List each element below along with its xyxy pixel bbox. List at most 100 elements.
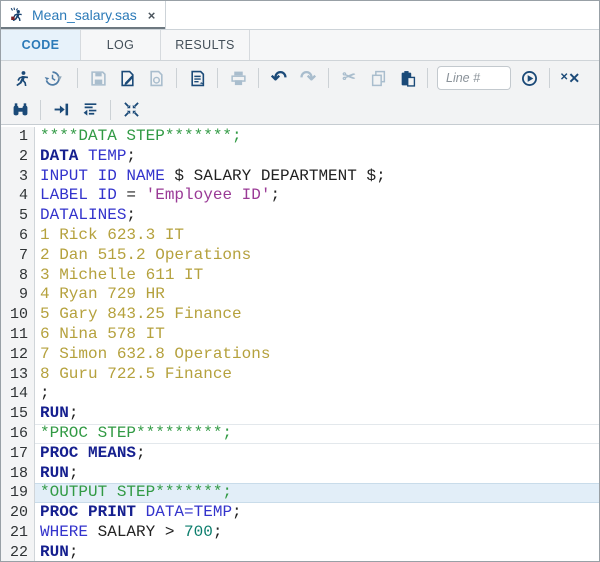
goto-line-button[interactable] bbox=[518, 67, 540, 89]
tab-log[interactable]: LOG bbox=[81, 30, 161, 60]
line-number: 21 bbox=[1, 523, 35, 543]
toolbar-separator bbox=[549, 68, 550, 88]
toolbar-separator bbox=[110, 100, 111, 120]
code-line-16[interactable]: 16*PROC STEP*********; bbox=[1, 424, 599, 444]
caret-down-icon: ▾ bbox=[57, 73, 62, 84]
line-number: 4 bbox=[1, 186, 35, 206]
tab-code[interactable]: CODE bbox=[1, 30, 81, 60]
page-properties-button[interactable] bbox=[145, 67, 167, 89]
code-line-text: 3 Michelle 611 IT bbox=[35, 266, 599, 286]
copy-button[interactable] bbox=[367, 67, 389, 89]
collapse-all-button[interactable] bbox=[120, 99, 142, 121]
line-number: 12 bbox=[1, 345, 35, 365]
code-line-text: 7 Simon 632.8 Operations bbox=[35, 345, 599, 365]
code-line-text: ****DATA STEP*******; bbox=[35, 127, 599, 147]
line-number: 5 bbox=[1, 206, 35, 226]
close-tab-icon[interactable]: × bbox=[148, 8, 156, 23]
code-line-8[interactable]: 83 Michelle 611 IT bbox=[1, 266, 599, 286]
line-number: 18 bbox=[1, 464, 35, 484]
toolbar-separator bbox=[40, 100, 41, 120]
toolbar-main: ▾ ↶ ↷ ✂ bbox=[1, 61, 599, 95]
code-line-text: 6 Nina 578 IT bbox=[35, 325, 599, 345]
code-line-13[interactable]: 138 Guru 722.5 Finance bbox=[1, 365, 599, 385]
code-line-text: 5 Gary 843.25 Finance bbox=[35, 305, 599, 325]
code-line-text: WHERE SALARY > 700; bbox=[35, 523, 599, 543]
toolbar-separator bbox=[328, 68, 329, 88]
code-line-7[interactable]: 72 Dan 515.2 Operations bbox=[1, 246, 599, 266]
line-number: 7 bbox=[1, 246, 35, 266]
code-line-17[interactable]: 17PROC MEANS; bbox=[1, 444, 599, 464]
code-line-9[interactable]: 94 Ryan 729 HR bbox=[1, 285, 599, 305]
paste-button[interactable] bbox=[396, 67, 418, 89]
line-number: 14 bbox=[1, 384, 35, 404]
line-number: 17 bbox=[1, 444, 35, 464]
code-line-text: INPUT ID NAME $ SALARY DEPARTMENT $; bbox=[35, 167, 599, 187]
file-tab-bar: Mean_salary.sas × bbox=[1, 1, 599, 30]
line-number-input[interactable] bbox=[437, 66, 511, 90]
code-line-21[interactable]: 21WHERE SALARY > 700; bbox=[1, 523, 599, 543]
code-line-22[interactable]: 22RUN; bbox=[1, 543, 599, 561]
code-line-3[interactable]: 3INPUT ID NAME $ SALARY DEPARTMENT $; bbox=[1, 167, 599, 187]
line-number: 22 bbox=[1, 543, 35, 561]
code-line-4[interactable]: 4LABEL ID = 'Employee ID'; bbox=[1, 186, 599, 206]
sas-program-icon bbox=[9, 5, 25, 26]
toolbar-secondary bbox=[1, 95, 599, 125]
save-as-button[interactable] bbox=[116, 67, 138, 89]
line-number: 8 bbox=[1, 266, 35, 286]
code-line-text: RUN; bbox=[35, 404, 599, 424]
code-line-15[interactable]: 15RUN; bbox=[1, 404, 599, 424]
code-line-20[interactable]: 20PROC PRINT DATA=TEMP; bbox=[1, 503, 599, 523]
program-summary-button[interactable] bbox=[186, 67, 208, 89]
file-tab-mean-salary[interactable]: Mean_salary.sas × bbox=[1, 1, 166, 29]
view-tab-bar: CODE LOG RESULTS bbox=[1, 30, 599, 61]
line-number: 3 bbox=[1, 167, 35, 187]
toolbar-separator bbox=[427, 68, 428, 88]
run-button[interactable] bbox=[9, 67, 31, 89]
format-code-button[interactable] bbox=[79, 99, 101, 121]
code-line-11[interactable]: 116 Nina 578 IT bbox=[1, 325, 599, 345]
line-number: 20 bbox=[1, 503, 35, 523]
toolbar-separator bbox=[217, 68, 218, 88]
code-line-text: PROC PRINT DATA=TEMP; bbox=[35, 503, 599, 523]
code-line-text: DATA TEMP; bbox=[35, 147, 599, 167]
line-number: 1 bbox=[1, 127, 35, 147]
undo-button[interactable]: ↶ bbox=[268, 67, 290, 89]
goto-region-button[interactable] bbox=[50, 99, 72, 121]
code-line-text: DATALINES; bbox=[35, 206, 599, 226]
code-line-text: *OUTPUT STEP*******; bbox=[35, 483, 599, 503]
line-number: 16 bbox=[1, 424, 35, 444]
code-line-14[interactable]: 14; bbox=[1, 384, 599, 404]
save-button[interactable] bbox=[87, 67, 109, 89]
line-number: 6 bbox=[1, 226, 35, 246]
line-number: 2 bbox=[1, 147, 35, 167]
toolbar-separator bbox=[176, 68, 177, 88]
code-line-text: 4 Ryan 729 HR bbox=[35, 285, 599, 305]
code-line-text: 8 Guru 722.5 Finance bbox=[35, 365, 599, 385]
line-number: 13 bbox=[1, 365, 35, 385]
code-line-1[interactable]: 1****DATA STEP*******; bbox=[1, 127, 599, 147]
code-line-18[interactable]: 18RUN; bbox=[1, 464, 599, 484]
toolbar-separator bbox=[258, 68, 259, 88]
code-line-19[interactable]: 19*OUTPUT STEP*******; bbox=[1, 483, 599, 503]
code-line-text: *PROC STEP*********; bbox=[35, 424, 599, 444]
code-line-text: 2 Dan 515.2 Operations bbox=[35, 246, 599, 266]
code-line-12[interactable]: 127 Simon 632.8 Operations bbox=[1, 345, 599, 365]
line-number: 15 bbox=[1, 404, 35, 424]
find-replace-button[interactable] bbox=[9, 99, 31, 121]
cut-button[interactable]: ✂ bbox=[338, 67, 360, 89]
code-line-6[interactable]: 61 Rick 623.3 IT bbox=[1, 226, 599, 246]
code-line-2[interactable]: 2DATA TEMP; bbox=[1, 147, 599, 167]
code-line-text: RUN; bbox=[35, 543, 599, 561]
code-line-text: LABEL ID = 'Employee ID'; bbox=[35, 186, 599, 206]
sas-studio-editor-window: Mean_salary.sas × CODE LOG RESULTS ▾ bbox=[0, 0, 600, 562]
tab-results[interactable]: RESULTS bbox=[161, 30, 250, 60]
code-editor[interactable]: 1****DATA STEP*******;2DATA TEMP;3INPUT … bbox=[1, 125, 599, 561]
code-line-5[interactable]: 5DATALINES; bbox=[1, 206, 599, 226]
line-number: 19 bbox=[1, 483, 35, 503]
clear-code-button[interactable]: ✕✕ bbox=[559, 67, 581, 89]
redo-button[interactable]: ↷ bbox=[297, 67, 319, 89]
toolbar-separator bbox=[77, 68, 78, 88]
submission-history-button[interactable]: ▾ bbox=[38, 67, 68, 89]
print-button[interactable] bbox=[227, 67, 249, 89]
code-line-10[interactable]: 105 Gary 843.25 Finance bbox=[1, 305, 599, 325]
